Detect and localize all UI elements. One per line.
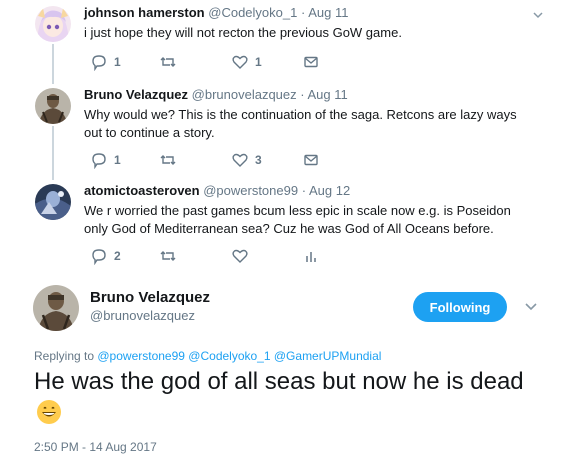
avatar[interactable]: [33, 285, 79, 331]
author-handle[interactable]: @brunovelazquez: [192, 87, 297, 102]
separator: ·: [300, 87, 305, 102]
tweet-actions: 1 3: [84, 151, 384, 169]
tweet-time[interactable]: Aug 12: [309, 183, 350, 198]
reply-count: 1: [114, 153, 121, 167]
reply-button[interactable]: 1: [90, 53, 121, 71]
retweet-button[interactable]: [159, 151, 177, 169]
tweet-actions: 2: [84, 247, 384, 265]
author-name[interactable]: johnson hamerston: [84, 5, 205, 20]
tweet-text: i just hope they will not recton the pre…: [84, 25, 402, 40]
tweet-1[interactable]: johnson hamerston @Codelyoko_1 · Aug 11 …: [0, 0, 572, 84]
tweet-header: atomictoasteroven @powerstone99 · Aug 12: [84, 183, 350, 198]
like-button[interactable]: [231, 247, 249, 265]
reply-icon: [92, 249, 106, 265]
like-button[interactable]: 3: [231, 151, 262, 169]
tweet-timestamp[interactable]: 2:50 PM - 14 Aug 2017: [34, 440, 157, 454]
tweet-time[interactable]: Aug 11: [308, 87, 348, 102]
direct-message-button[interactable]: [302, 151, 320, 169]
retweet-button[interactable]: [159, 247, 177, 265]
heart-icon: [232, 249, 248, 263]
envelope-icon: [304, 154, 318, 166]
heart-icon: [232, 55, 248, 69]
analytics-button[interactable]: [302, 247, 320, 265]
tweet-text: We r worried the past games bcum less ep…: [84, 203, 511, 236]
separator: ·: [301, 183, 307, 198]
retweet-button[interactable]: [159, 53, 177, 71]
author-handle[interactable]: @Codelyoko_1: [208, 5, 297, 20]
separator: ·: [300, 5, 306, 20]
tweet-text: Why would we? This is the continuation o…: [84, 107, 517, 140]
author-handle[interactable]: @powerstone99: [203, 183, 298, 198]
tweet-header: johnson hamerston @Codelyoko_1 · Aug 11: [84, 5, 348, 20]
retweet-icon: [160, 251, 176, 261]
heart-icon: [232, 153, 248, 167]
retweet-icon: [160, 57, 176, 67]
tweet-text: He was the god of all seas but now he is…: [34, 368, 524, 395]
reply-button[interactable]: 1: [90, 151, 121, 169]
tweet-2[interactable]: Bruno Velazquez @brunovelazquez · Aug 11…: [0, 84, 572, 180]
replying-to: Replying to @powerstone99 @Codelyoko_1 @…: [34, 349, 381, 363]
reply-icon: [92, 55, 106, 71]
mention-link[interactable]: @Codelyoko_1: [188, 349, 270, 363]
direct-message-button[interactable]: [302, 53, 320, 71]
reply-count: 1: [114, 55, 121, 69]
author-name[interactable]: atomictoasteroven: [84, 183, 200, 198]
tweet-3[interactable]: atomictoasteroven @powerstone99 · Aug 12…: [0, 180, 572, 272]
tweet-header: Bruno Velazquez @brunovelazquez · Aug 11: [84, 87, 348, 102]
replying-prefix: Replying to: [34, 349, 98, 363]
analytics-icon: [306, 252, 316, 262]
tweet-actions: 1 1: [84, 53, 384, 71]
like-count: 3: [255, 153, 262, 167]
author-name[interactable]: Bruno Velazquez: [84, 87, 188, 102]
author-handle[interactable]: @brunovelazquez: [90, 308, 195, 323]
author-name[interactable]: Bruno Velazquez: [90, 289, 210, 306]
chevron-down-icon[interactable]: [532, 9, 544, 21]
tweet-time[interactable]: Aug 11: [308, 5, 348, 20]
mention-link[interactable]: @powerstone99: [97, 349, 185, 363]
retweet-icon: [160, 155, 176, 165]
mention-link[interactable]: @GamerUPMundial: [274, 349, 382, 363]
reply-count: 2: [114, 249, 121, 263]
avatar[interactable]: [35, 88, 71, 124]
chevron-down-icon[interactable]: [524, 299, 538, 313]
avatar[interactable]: [35, 6, 71, 42]
avatar[interactable]: [35, 184, 71, 220]
envelope-icon: [304, 56, 318, 68]
following-button[interactable]: Following: [413, 292, 507, 322]
like-count: 1: [255, 55, 262, 69]
reply-button[interactable]: 2: [90, 247, 121, 265]
reply-icon: [92, 153, 106, 169]
like-button[interactable]: 1: [231, 53, 262, 71]
grinning-emoji-icon: [37, 400, 61, 424]
